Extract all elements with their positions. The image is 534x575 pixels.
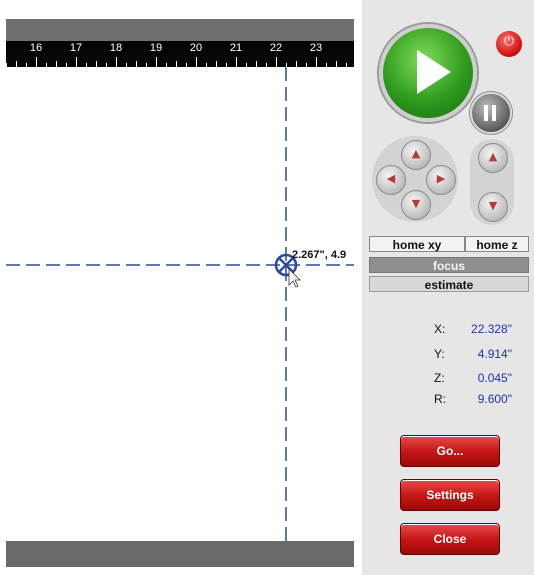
go-button[interactable]: Go...	[400, 435, 500, 467]
r-readout-label: R:	[434, 392, 446, 406]
jog-left-button[interactable]: ◀	[376, 165, 406, 195]
play-icon	[417, 50, 451, 94]
x-readout-value: 22.328"	[471, 322, 512, 336]
home-xy-button[interactable]: home xy	[369, 236, 465, 252]
x-readout-label: X:	[434, 322, 446, 336]
crosshair-guides	[6, 67, 354, 541]
focus-button[interactable]: focus	[369, 257, 529, 273]
y-readout-label: Y:	[434, 347, 445, 361]
arrow-down-icon: ▼	[411, 197, 421, 210]
power-icon: ⏻	[503, 34, 515, 49]
pause-icon-bar	[492, 105, 496, 121]
arrow-down-icon: ▼	[488, 199, 498, 212]
r-readout-value: 9.600"	[477, 392, 512, 406]
jog-up-button[interactable]: ▲	[401, 140, 431, 170]
power-button[interactable]: ⏻	[496, 31, 522, 57]
estimate-button[interactable]: estimate	[369, 276, 529, 292]
jog-down-button[interactable]: ▼	[401, 190, 431, 220]
z-down-button[interactable]: ▼	[478, 192, 508, 222]
canvas-bottom-strip	[6, 541, 354, 567]
arrow-up-icon: ▲	[411, 147, 421, 160]
control-panel: ⏻ ▲ ◀ ▶ ▼ ▲ ▼ home xy home z focus estim…	[362, 0, 534, 575]
arrow-right-icon: ▶	[436, 172, 446, 185]
pause-icon	[484, 105, 488, 121]
z-readout-label: Z:	[434, 371, 445, 385]
arrow-left-icon: ◀	[386, 172, 396, 185]
settings-button[interactable]: Settings	[400, 479, 500, 511]
z-up-button[interactable]: ▲	[478, 143, 508, 173]
y-readout-value: 4.914"	[477, 347, 512, 361]
cursor-coordinate-label: 2.267", 4.9	[292, 249, 347, 261]
job-canvas[interactable]: 16 17 18 19 20 21 22 23 2.267", 4.9	[6, 19, 354, 567]
jog-right-button[interactable]: ▶	[426, 165, 456, 195]
pause-button[interactable]	[470, 92, 512, 134]
z-readout-value: 0.045"	[477, 371, 512, 385]
home-z-button[interactable]: home z	[465, 236, 529, 252]
play-button[interactable]	[379, 24, 477, 122]
arrow-up-icon: ▲	[488, 150, 498, 163]
close-button[interactable]: Close	[400, 523, 500, 555]
